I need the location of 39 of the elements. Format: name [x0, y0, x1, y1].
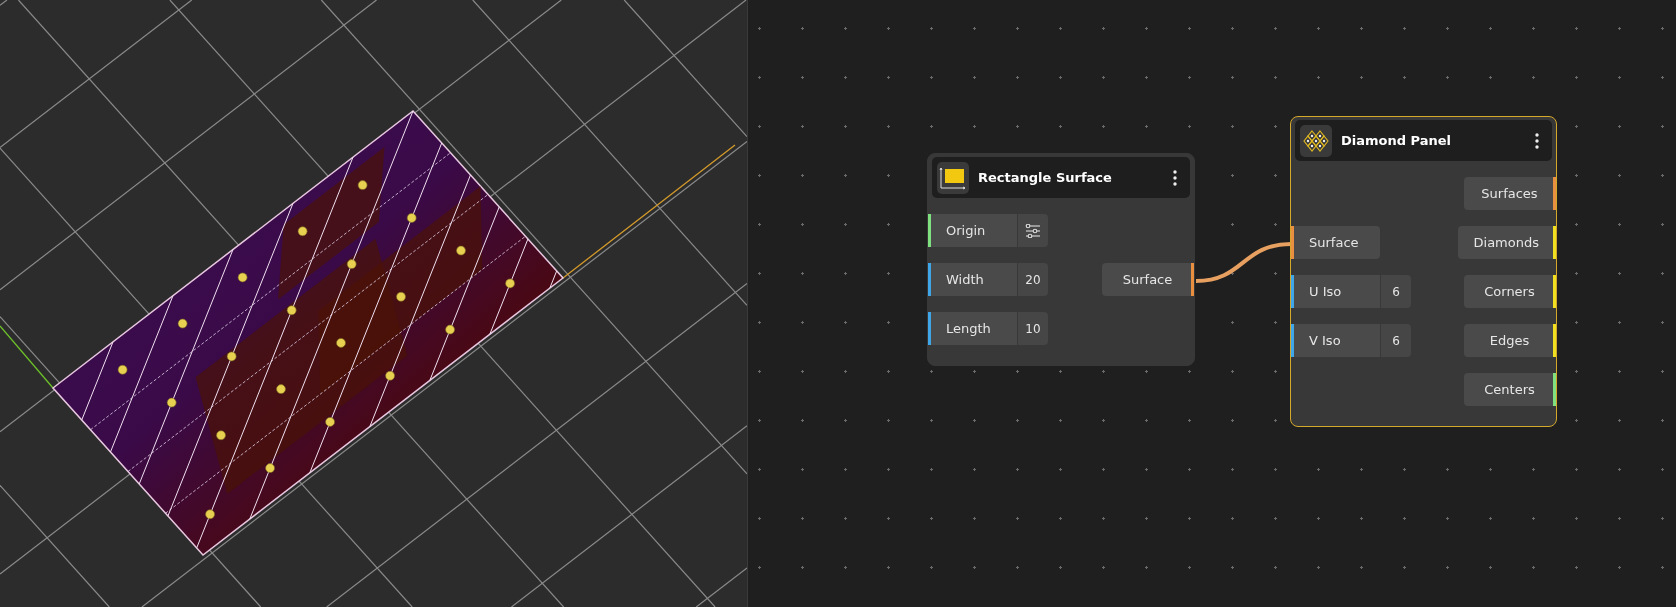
value-field[interactable]: 20 — [1018, 263, 1048, 296]
output-port-label: Centers — [1464, 373, 1553, 406]
port-marker[interactable] — [928, 263, 931, 296]
port-marker[interactable] — [1291, 324, 1294, 357]
output-port-label: Diamonds — [1457, 226, 1553, 259]
output-port-label: Surface — [1102, 263, 1191, 296]
value-field[interactable]: 6 — [1381, 324, 1411, 357]
input-port-label: V Iso — [1294, 324, 1380, 357]
input-port-label: U Iso — [1294, 275, 1380, 308]
node-card[interactable]: Rectangle Surface Origin Width 20 Length 10 Surface — [927, 153, 1195, 366]
port-marker[interactable] — [1553, 324, 1556, 357]
output-port-label: Surfaces — [1464, 177, 1553, 210]
port-marker[interactable] — [1291, 226, 1294, 259]
more-options-button[interactable] — [1170, 168, 1180, 187]
sliders-icon — [1025, 223, 1041, 238]
output-port-label: Edges — [1464, 324, 1553, 357]
node-card[interactable]: Diamond Panel Surface U Iso 6 V Iso 6 Surfaces Diamonds Corners Edges Centers — [1290, 116, 1557, 427]
value-field[interactable]: 10 — [1018, 312, 1048, 345]
port-marker[interactable] — [1553, 226, 1556, 259]
more-icon — [1535, 132, 1539, 149]
value-field[interactable]: 6 — [1381, 275, 1411, 308]
input-port-label: Surface — [1294, 226, 1380, 259]
node-title: Diamond Panel — [1341, 133, 1453, 148]
port-marker[interactable] — [928, 214, 931, 247]
axis-line — [0, 325, 54, 389]
more-options-button[interactable] — [1532, 131, 1542, 150]
port-marker[interactable] — [1191, 263, 1194, 296]
output-port-label: Corners — [1464, 275, 1553, 308]
more-icon — [1173, 169, 1177, 186]
port-marker[interactable] — [1553, 275, 1556, 308]
port-marker[interactable] — [1553, 177, 1556, 210]
input-port-label: Width — [931, 263, 1017, 296]
port-marker[interactable] — [928, 312, 931, 345]
port-marker[interactable] — [1553, 373, 1556, 406]
input-port-label: Length — [931, 312, 1017, 345]
port-marker[interactable] — [1291, 275, 1294, 308]
settings-button[interactable] — [1018, 214, 1048, 247]
node-title: Rectangle Surface — [978, 170, 1113, 185]
input-port-label: Origin — [931, 214, 1017, 247]
